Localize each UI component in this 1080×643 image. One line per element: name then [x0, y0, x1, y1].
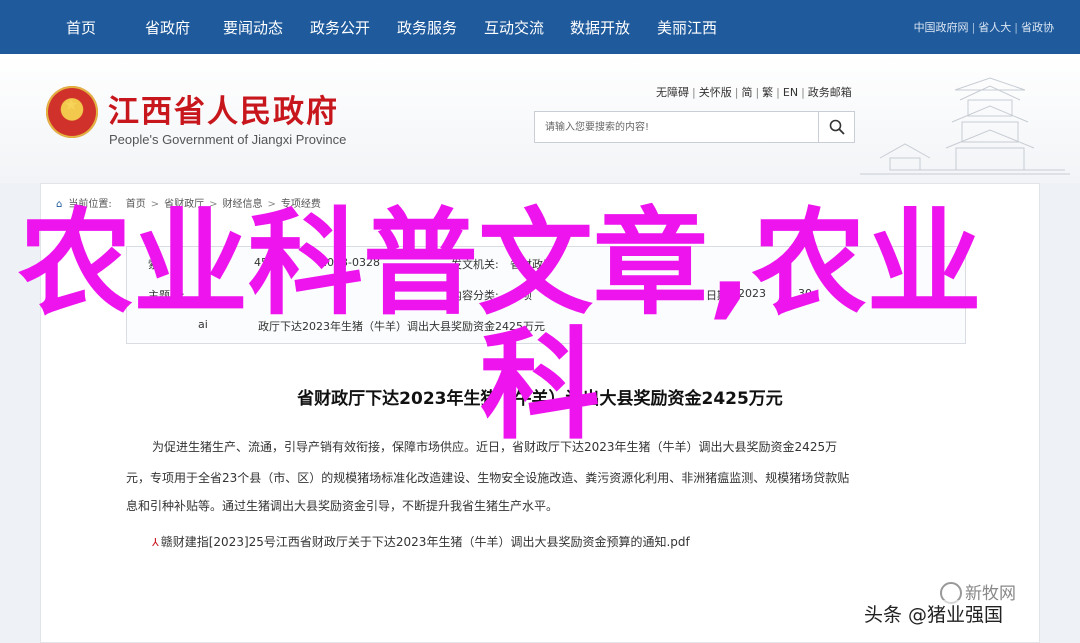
- nav-item-beautiful-jiangxi[interactable]: 美丽江西: [657, 18, 717, 38]
- search-button[interactable]: [818, 112, 854, 142]
- nav-item-gov-affairs-open[interactable]: 政务公开: [310, 18, 370, 38]
- nav-item-open-data[interactable]: 数据开放: [570, 18, 630, 38]
- link-traditional[interactable]: 繁: [762, 86, 773, 99]
- article-paragraph-line-2: 元，专项用于全省23个县（市、区）的规模猪场标准化改造建设、生物安全设施改造、粪…: [126, 471, 850, 485]
- national-emblem-icon: [46, 86, 98, 138]
- pdf-icon: ⅄: [152, 536, 159, 549]
- watermark-source: 头条 @猪业强国: [862, 600, 1006, 627]
- site-title[interactable]: 江西省人民政府: [108, 86, 339, 131]
- search-box: [534, 111, 855, 143]
- search-input[interactable]: [535, 112, 819, 142]
- pavilion-illustration: [860, 77, 1070, 175]
- nav-item-news[interactable]: 要闻动态: [223, 18, 283, 38]
- nav-item-home[interactable]: 首页: [66, 18, 96, 38]
- overlay-headline-continued: 科: [480, 317, 600, 456]
- article-paragraph-line-3: 息和引种补贴等。通过生猪调出大县奖励资金引导，不断提升我省生猪生产水平。: [126, 499, 559, 513]
- overlay-headline: 农业科普文章,农业: [18, 197, 982, 331]
- link-cppcc[interactable]: 省政协: [1021, 21, 1054, 34]
- link-china-gov[interactable]: 中国政府网: [914, 21, 969, 34]
- link-english[interactable]: EN: [783, 86, 798, 99]
- top-links: 中国政府网 | 省人大 | 省政协: [913, 21, 1054, 34]
- attachment-link[interactable]: ⅄ 赣财建指[2023]25号江西省财政厅关于下达2023年生猪（牛羊）调出大县奖…: [152, 533, 690, 550]
- nav-item-interaction[interactable]: 互动交流: [484, 18, 544, 38]
- link-gov-mail[interactable]: 政务邮箱: [808, 86, 852, 99]
- accessibility-links: 无障碍 | 关怀版 | 简 | 繁 | EN | 政务邮箱: [656, 86, 852, 99]
- link-provincial-npc[interactable]: 省人大: [978, 21, 1011, 34]
- attachment-filename: 赣财建指[2023]25号江西省财政厅关于下达2023年生猪（牛羊）调出大县奖励…: [160, 535, 690, 549]
- link-accessibility[interactable]: 无障碍: [656, 86, 689, 99]
- link-simplified[interactable]: 简: [741, 86, 752, 99]
- nav-item-gov-services[interactable]: 政务服务: [397, 18, 457, 38]
- nav-item-province-gov[interactable]: 省政府: [145, 18, 190, 38]
- site-subtitle: People's Government of Jiangxi Province: [109, 132, 347, 147]
- top-nav-bar: 首页 省政府 要闻动态 政务公开 政务服务 互动交流 数据开放 美丽江西 中国政…: [0, 0, 1080, 54]
- link-care-edition[interactable]: 关怀版: [699, 86, 732, 99]
- search-icon: [829, 119, 845, 135]
